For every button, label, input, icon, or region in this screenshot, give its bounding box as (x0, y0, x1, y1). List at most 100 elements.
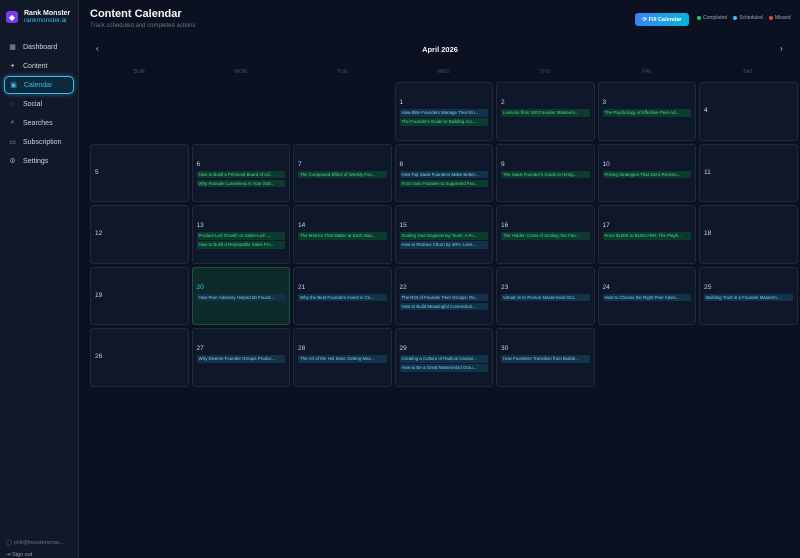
calendar-day-23[interactable]: 23 Virtual vs In-Person Mastermind Gro... (496, 266, 595, 325)
weekday-sat: SAT (743, 69, 754, 75)
day-items: How to Choose the Right Peer Advis... (602, 293, 691, 301)
status-legend: Completed Scheduled Missed (697, 15, 791, 21)
calendar-day-11[interactable]: 11 (699, 143, 798, 202)
calendar-day-26[interactable]: 26 (90, 328, 189, 387)
day-number: 23 (501, 283, 509, 291)
calendar-event-completed[interactable]: Lessons from 100 Founder Mastermi... (501, 109, 590, 117)
calendar-event-scheduled[interactable]: Creating a Culture of Radical Candor... (399, 355, 488, 363)
page-title: Content Calendar (90, 8, 182, 20)
sidebar-item-dashboard[interactable]: ▦ Dashboard (4, 38, 74, 56)
legend-dot-icon (733, 15, 738, 20)
logo-icon: ◆ (6, 11, 18, 23)
brand-url: rankmonster.ai (24, 17, 67, 25)
day-items: How Top SaaS Founders Make Better... From… (399, 170, 488, 187)
brand[interactable]: ◆ Rank Monster rankmonster.ai (0, 2, 78, 32)
calendar-event-scheduled[interactable]: The Art of the Hot Seat: Getting Max... (298, 355, 387, 363)
sparkle-icon: ✦ (9, 63, 16, 70)
calendar-event-completed[interactable]: The SaaS Founder's Guide to Hiring... (501, 170, 590, 178)
calendar-day-17[interactable]: 17 From $100K to $10M ARR: The Playb... (597, 205, 696, 264)
day-items: From $100K to $10M ARR: The Playb... (602, 232, 691, 240)
calendar-day-22[interactable]: 22 The ROI of Founder Peer Groups: Re... H… (394, 266, 493, 325)
calendar-event-scheduled[interactable]: How to Build Meaningful Connection... (399, 302, 488, 310)
calendar-event-scheduled[interactable]: How Elite Founders Manage Their En... (399, 109, 488, 117)
calendar-event-completed[interactable]: The Founder's Guide to Building Acc... (399, 118, 488, 126)
calendar-event-completed[interactable]: From Solo Founder to Supported Fou... (399, 179, 488, 187)
day-items: Scaling Your Engineering Team: A Fo... Ho… (399, 232, 488, 249)
day-items: How Peer Advisory Helped 50 Found... (196, 293, 285, 301)
sidebar-item-subscription[interactable]: ▭ Subscription (4, 133, 74, 151)
calendar-event-scheduled[interactable]: Why Diverse Founder Groups Produc... (196, 355, 285, 363)
calendar-event-completed[interactable]: From $100K to $10M ARR: The Playb... (602, 232, 691, 240)
empty-cell (90, 82, 189, 141)
fill-calendar-button[interactable]: ⟳ Fill Calendar (635, 13, 689, 26)
calendar-day-10[interactable]: 10 Pricing Strategies That 10x'd Revenu..… (597, 143, 696, 202)
calendar-event-completed[interactable]: Pricing Strategies That 10x'd Revenu... (602, 170, 691, 178)
calendar-day-15[interactable]: 15 Scaling Your Engineering Team: A Fo...… (394, 205, 493, 264)
calendar-event-scheduled[interactable]: How to Reduce Churn by 40%: Less... (399, 241, 488, 249)
calendar-day-8[interactable]: 8 How Top SaaS Founders Make Better... Fro… (394, 143, 493, 202)
calendar-day-4[interactable]: 4 (699, 82, 798, 141)
calendar-day-20[interactable]: 20 How Peer Advisory Helped 50 Found... (191, 266, 290, 325)
calendar-event-scheduled[interactable]: How Peer Advisory Helped 50 Found... (196, 293, 285, 301)
calendar-day-12[interactable]: 12 (90, 205, 189, 264)
sidebar-item-calendar[interactable]: ▣ Calendar (4, 76, 74, 94)
calendar-day-7[interactable]: 7 The Compound Effect of Weekly Fou... (293, 143, 392, 202)
day-number: 28 (298, 345, 306, 352)
calendar-event-scheduled[interactable]: The ROI of Founder Peer Groups: Re... (399, 293, 488, 301)
day-items: The Metrics That Matter at Each Saa... (298, 232, 387, 240)
main-content: Content Calendar Track scheduled and com… (79, 0, 800, 558)
calendar-event-scheduled[interactable]: How to Choose the Right Peer Advis... (602, 293, 691, 301)
calendar-event-scheduled[interactable]: Building Trust in a Founder Masterm... (704, 293, 793, 301)
calendar-event-completed[interactable]: The Metrics That Matter at Each Saa... (298, 232, 387, 240)
gear-icon: ⚙ (9, 158, 16, 165)
calendar-day-1[interactable]: 1 How Elite Founders Manage Their En... Th… (394, 82, 493, 141)
day-number: 19 (95, 291, 103, 299)
calendar-event-completed[interactable]: How to Build a Repeatable Sales Pro... (196, 241, 285, 249)
calendar-day-28[interactable]: 28 The Art of the Hot Seat: Getting Max..… (293, 328, 392, 387)
calendar-day-16[interactable]: 16 The Hidden Costs of Scaling Too Fas... (496, 205, 595, 264)
day-items: Building Trust in a Founder Masterm... (704, 293, 793, 301)
sidebar-item-content[interactable]: ✦ Content (4, 57, 74, 75)
calendar-day-30[interactable]: 30 How Founders Transition from Builde... (496, 328, 595, 387)
calendar-event-scheduled[interactable]: Why the Best Founders Invest in Co... (298, 293, 387, 301)
calendar-event-completed[interactable]: The Compound Effect of Weekly Fou... (298, 170, 387, 178)
calendar-day-9[interactable]: 9 The SaaS Founder's Guide to Hiring... (496, 143, 595, 202)
calendar-day-2[interactable]: 2 Lessons from 100 Founder Mastermi... (496, 82, 595, 141)
calendar-day-29[interactable]: 29 Creating a Culture of Radical Candor..… (394, 328, 493, 387)
calendar-event-scheduled[interactable]: How Founders Transition from Builde... (501, 355, 590, 363)
calendar-day-21[interactable]: 21 Why the Best Founders Invest in Co... (293, 266, 392, 325)
search-icon: ⌕ (10, 119, 15, 126)
sidebar-item-label: Subscription (23, 138, 62, 146)
sidebar-nav: ▦ Dashboard ✦ Content ▣ Calendar ◌ Social ⌕ Searc… (0, 38, 78, 170)
sidebar-item-searches[interactable]: ⌕ Searches (4, 114, 74, 132)
calendar-day-24[interactable]: 24 How to Choose the Right Peer Advis... (597, 266, 696, 325)
calendar-event-completed[interactable]: Scaling Your Engineering Team: A Fo... (399, 232, 488, 240)
day-items: Why the Best Founders Invest in Co... (298, 293, 387, 301)
calendar-event-scheduled[interactable]: How Top SaaS Founders Make Better... (399, 170, 488, 178)
calendar-event-completed[interactable]: Why Founder Loneliness Is Your Star... (196, 179, 285, 187)
calendar-day-25[interactable]: 25 Building Trust in a Founder Masterm... (699, 266, 798, 325)
calendar-day-27[interactable]: 27 Why Diverse Founder Groups Produc... (191, 328, 290, 387)
weekday-tue: TUE (336, 69, 348, 75)
next-month-button[interactable]: › (780, 44, 783, 53)
calendar-event-completed[interactable]: Product-Led Growth vs Sales-Led: ... (196, 232, 285, 240)
calendar-day-3[interactable]: 3 The Psychology of Effective Peer Ad... (597, 82, 696, 141)
calendar-day-5[interactable]: 5 (90, 143, 189, 202)
sidebar-item-social[interactable]: ◌ Social (4, 95, 74, 113)
day-number: 4 (704, 107, 708, 114)
calendar-event-completed[interactable]: The Psychology of Effective Peer Ad... (602, 109, 691, 117)
calendar-event-completed[interactable]: How to Build a Personal Board of Ad... (196, 170, 285, 178)
legend-label: Missed (774, 15, 791, 21)
calendar-event-scheduled[interactable]: How to Be a Great Mastermind Grou... (399, 364, 488, 372)
signout-link[interactable]: ⇥ Sign out (6, 552, 32, 558)
calendar-day-14[interactable]: 14 The Metrics That Matter at Each Saa... (293, 205, 392, 264)
sidebar-item-settings[interactable]: ⚙ Settings (4, 152, 74, 170)
calendar-event-scheduled[interactable]: Virtual vs In-Person Mastermind Gro... (501, 293, 590, 301)
calendar-day-18[interactable]: 18 (699, 205, 798, 264)
day-items: Why Diverse Founder Groups Produc... (196, 355, 285, 363)
calendar-day-6[interactable]: 6 How to Build a Personal Board of Ad... W… (191, 143, 290, 202)
calendar-day-13[interactable]: 13 Product-Led Growth vs Sales-Led: ... Ho… (191, 205, 290, 264)
calendar-day-19[interactable]: 19 (90, 266, 189, 325)
sidebar: ◆ Rank Monster rankmonster.ai ▦ Dashboard… (0, 0, 79, 558)
calendar-event-completed[interactable]: The Hidden Costs of Scaling Too Fas... (501, 232, 590, 240)
